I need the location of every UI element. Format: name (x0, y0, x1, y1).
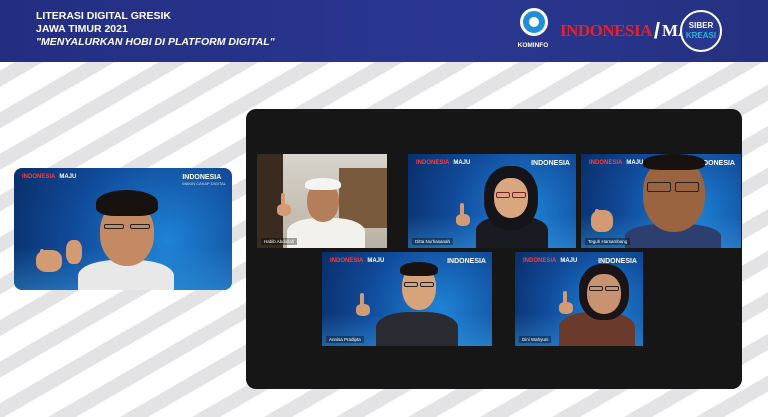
event-banner: LITERASI DIGITAL GRESIK JAWA TIMUR 2021 … (0, 0, 768, 62)
video-tile-participant-4[interactable]: INDONESIA MAJU INDONESIA Annisa Pradipta (322, 252, 492, 346)
video-tile-host[interactable]: INDONESIA MAJU INDONESIA MAKIN CAKAP DIGIT… (14, 168, 232, 290)
siber-text: SIBER (688, 21, 714, 30)
banner-tagline: "MENYALURKAN HOBI DI PLATFORM DIGITAL" (36, 36, 275, 48)
participant-name-label: Habib Abdullah (261, 238, 298, 245)
video-tile-participant-1[interactable]: Habib Abdullah (257, 154, 387, 248)
indonesia-wordmark: INDONESIA (560, 21, 652, 40)
participant-name-label: Annisa Pradipta (326, 336, 364, 343)
kreasi-text: KREASI (685, 31, 717, 40)
banner-line-1: LITERASI DIGITAL GRESIK (36, 10, 171, 22)
video-tile-participant-5[interactable]: INDONESIA MAJU INDONESIA Dini Wahyuni (515, 252, 643, 346)
kominfo-logo: KOMINFO (512, 8, 554, 56)
slash-mark-icon: / (653, 18, 660, 43)
siberkreasi-logo: SIBER KREASI (680, 10, 722, 52)
video-tile-participant-3[interactable]: INDONESIA MAJU INDONESIA Teguh Harsambang (581, 154, 741, 248)
participant-name-label: Ditta Nurhasanah (412, 238, 454, 245)
banner-title-block: LITERASI DIGITAL GRESIK JAWA TIMUR 2021 … (36, 10, 275, 49)
tile-logos: INDONESIA MAJU (22, 174, 77, 180)
participant-name-label: Teguh Harsambang (585, 238, 631, 245)
kominfo-emblem-icon (520, 8, 548, 36)
video-gallery-panel (246, 109, 742, 389)
video-tile-participant-2[interactable]: INDONESIA MAJU INDONESIA Ditta Nurhasanah (408, 154, 576, 248)
banner-line-2: JAWA TIMUR 2021 (36, 23, 128, 35)
participant-name-label: Dini Wahyuni (519, 336, 552, 343)
virtual-bg-tag: INDONESIA MAKIN CAKAP DIGITAL (182, 174, 226, 186)
kominfo-label: KOMINFO (517, 42, 549, 49)
